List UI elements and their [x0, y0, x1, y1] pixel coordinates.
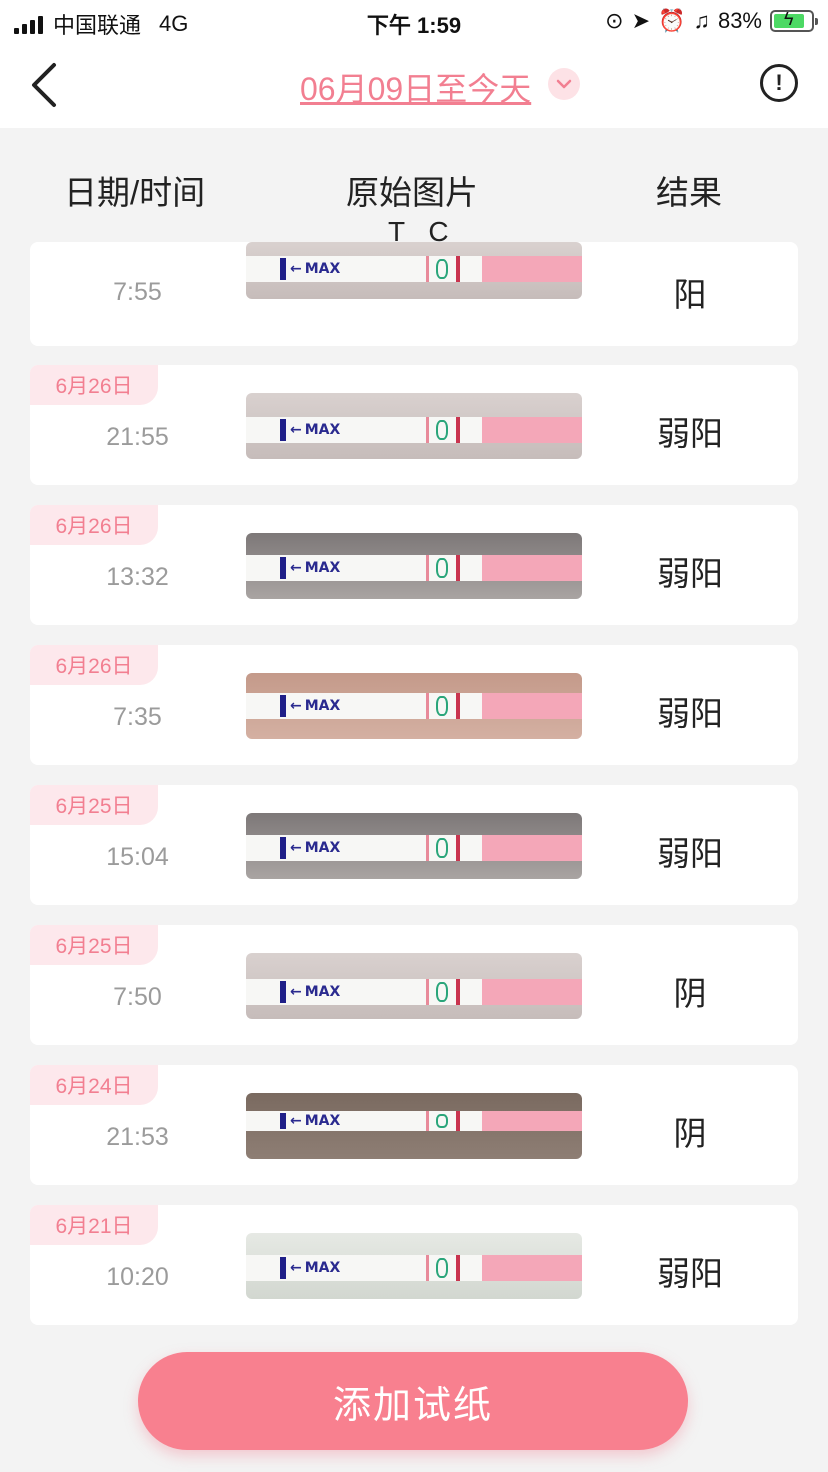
status-right: ⊙ ➤ ⏰ ♫ 83% ϟ: [605, 8, 818, 34]
strip-photo[interactable]: ← MAX: [246, 673, 582, 739]
record-card[interactable]: 7:55 ← MAX 阳: [30, 242, 798, 346]
column-header-datetime: 日期/时间: [64, 174, 206, 211]
date-badge: 6月25日: [30, 785, 158, 825]
rotation-lock-icon: ⊙: [605, 8, 624, 33]
record-card[interactable]: 6月21日 10:20 ← MAX 弱阳: [30, 1205, 798, 1325]
record-card[interactable]: 6月24日 21:53 ← MAX 阴: [30, 1065, 798, 1185]
record-time: 15:04: [106, 843, 169, 871]
strip-label: MAX: [304, 1113, 341, 1129]
nav-bar: 06月09日至今天 !: [0, 42, 828, 128]
strip-photo[interactable]: ← MAX: [246, 393, 582, 459]
record-time: 7:35: [113, 703, 162, 731]
strip-label: MAX: [304, 840, 341, 856]
strip-label: MAX: [304, 560, 341, 576]
record-card[interactable]: 6月25日 7:50 ← MAX 阴: [30, 925, 798, 1045]
date-badge: 6月26日: [30, 365, 158, 405]
battery-icon: ϟ: [770, 9, 818, 32]
record-result: 弱阳: [657, 835, 723, 872]
strip-photo[interactable]: ← MAX: [246, 813, 582, 879]
record-result: 弱阳: [657, 415, 723, 452]
column-header-image: 原始图片: [346, 174, 478, 211]
record-result: 弱阳: [657, 555, 723, 592]
date-badge: 6月26日: [30, 505, 158, 545]
back-button[interactable]: [24, 60, 64, 110]
strip-label: MAX: [304, 422, 341, 438]
record-result: 弱阳: [657, 695, 723, 732]
strip-label: MAX: [304, 261, 341, 277]
record-result: 阳: [673, 276, 707, 313]
headphones-icon: ♫: [693, 8, 710, 33]
chevron-down-icon: [556, 79, 572, 89]
record-time: 13:32: [106, 563, 169, 591]
record-time: 7:50: [113, 983, 162, 1011]
date-range-title[interactable]: 06月09日至今天: [300, 64, 531, 110]
record-result: 弱阳: [657, 1255, 723, 1292]
strip-photo[interactable]: ← MAX: [246, 533, 582, 599]
chevron-left-icon: [32, 63, 56, 107]
exclamation-circle-icon: !: [775, 70, 783, 95]
status-bar: 中国联通 4G 下午 1:59 ⊙ ➤ ⏰ ♫ 83% ϟ: [0, 0, 828, 42]
add-test-strip-button[interactable]: 添加试纸: [138, 1352, 688, 1450]
record-result: 阴: [673, 1115, 707, 1152]
date-range-dropdown[interactable]: [548, 68, 580, 100]
strip-photo[interactable]: ← MAX: [246, 1093, 582, 1159]
strip-photo[interactable]: ← MAX: [246, 1233, 582, 1299]
date-badge: 6月21日: [30, 1205, 158, 1245]
info-button[interactable]: !: [760, 64, 798, 102]
date-badge: 6月24日: [30, 1065, 158, 1105]
record-time: 10:20: [106, 1263, 169, 1291]
record-card[interactable]: 6月25日 15:04 ← MAX 弱阳: [30, 785, 798, 905]
record-time: 21:53: [106, 1123, 169, 1151]
record-card[interactable]: 6月26日 13:32 ← MAX 弱阳: [30, 505, 798, 625]
date-badge: 6月25日: [30, 925, 158, 965]
record-time: 21:55: [106, 423, 169, 451]
strip-photo[interactable]: ← MAX: [246, 953, 582, 1019]
strip-label: MAX: [304, 984, 341, 1000]
column-header-result: 结果: [656, 174, 722, 211]
battery-percent: 83%: [717, 8, 762, 33]
location-icon: ➤: [631, 8, 651, 33]
record-card[interactable]: 6月26日 21:55 ← MAX 弱阳: [30, 365, 798, 485]
record-time: 7:55: [113, 278, 162, 306]
record-card[interactable]: 6月26日 7:35 ← MAX 弱阳: [30, 645, 798, 765]
strip-label: MAX: [304, 1260, 341, 1276]
record-result: 阴: [673, 975, 707, 1012]
strip-label: MAX: [304, 698, 341, 714]
alarm-icon: ⏰: [658, 8, 686, 33]
date-badge: 6月26日: [30, 645, 158, 685]
strip-photo[interactable]: ← MAX: [246, 242, 582, 299]
